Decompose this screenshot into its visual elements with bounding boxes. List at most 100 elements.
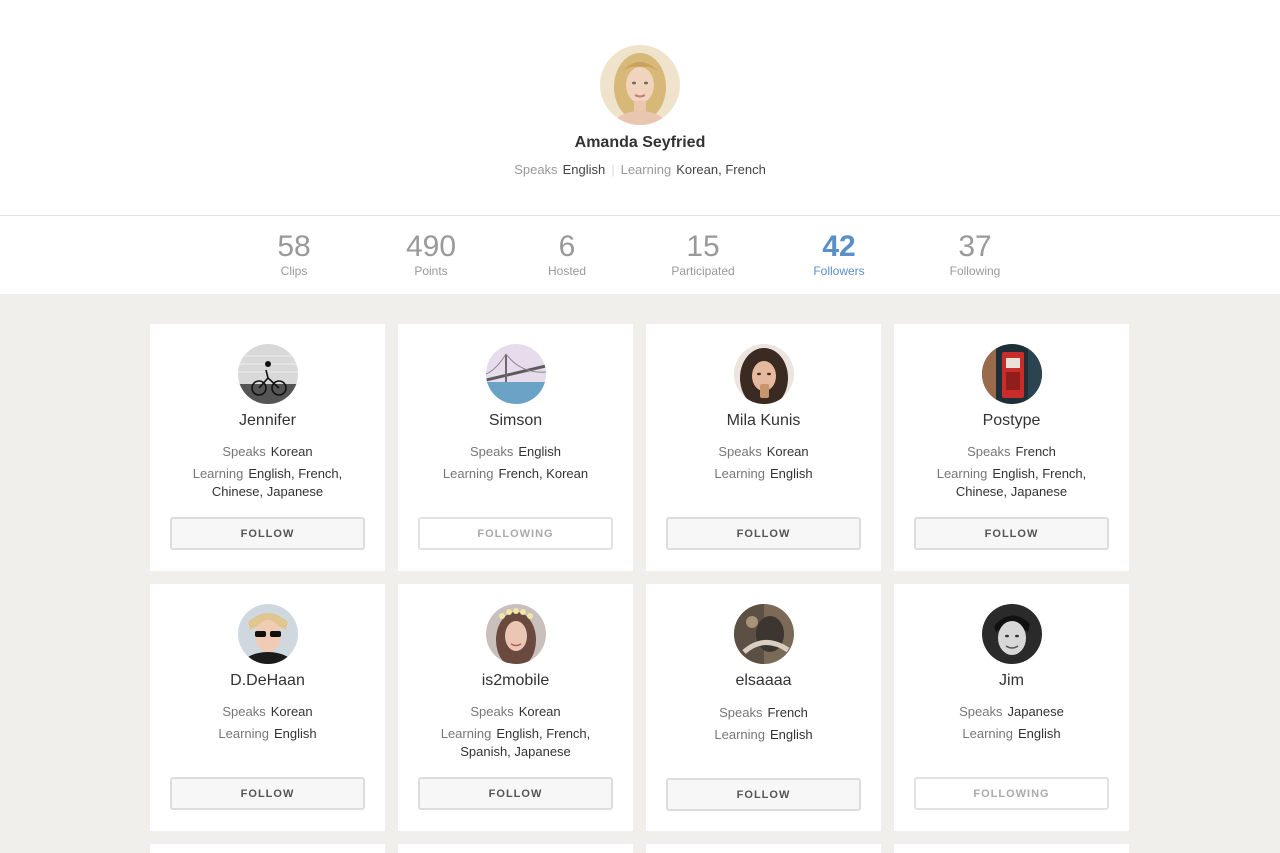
user-learning: Learning French, Korean	[418, 465, 613, 483]
user-learning: Learning English	[170, 725, 365, 743]
user-speaks: Speaks Korean	[170, 443, 365, 461]
speaks-label: Speaks	[222, 704, 266, 719]
stat-label: Following	[949, 264, 1001, 278]
following-button[interactable]: FOLLOWING	[914, 777, 1109, 810]
learning-label: Learning	[936, 466, 988, 481]
stat-label: Hosted	[547, 264, 587, 278]
user-speaks: Speaks Korean	[170, 703, 365, 721]
user-name: Jim	[999, 672, 1024, 689]
stat-label: Clips	[280, 264, 308, 278]
profile-languages: Speaks English | Learning Korean, French	[0, 162, 1280, 177]
user-card: Simson Speaks English Learning French, Kor…	[398, 324, 633, 571]
stat-value: 490	[405, 230, 457, 263]
follow-button[interactable]: FOLLOW	[666, 778, 861, 811]
user-name: Postype	[982, 412, 1041, 429]
stat-following[interactable]: 37 Following	[915, 230, 1035, 278]
speaks-value: French	[1015, 444, 1056, 459]
speaks-label: Speaks	[967, 444, 1011, 459]
learning-label: Learning	[442, 466, 494, 481]
speaks-label: Speaks	[959, 704, 1003, 719]
user-name: Simson	[488, 412, 543, 429]
user-speaks: Speaks Japanese	[914, 703, 1109, 721]
separator: |	[611, 162, 615, 177]
follow-button[interactable]: FOLLOW	[170, 517, 365, 550]
learning-value: English	[273, 726, 317, 741]
profile-name: Amanda Seyfried	[574, 134, 706, 151]
follow-button[interactable]: FOLLOW	[914, 517, 1109, 550]
user-avatar[interactable]	[982, 344, 1042, 404]
stat-points[interactable]: 490 Points	[371, 230, 491, 278]
stat-value: 58	[277, 230, 311, 263]
learning-value: English	[1017, 726, 1061, 741]
learning-label: Learning	[218, 726, 269, 741]
speaks-label: Speaks	[718, 444, 762, 459]
user-card: elsaaaa Speaks French Learning English FOL…	[646, 584, 881, 831]
stat-clips[interactable]: 58 Clips	[234, 230, 354, 278]
stat-participated[interactable]: 15 Participated	[643, 230, 763, 278]
user-avatar[interactable]	[238, 344, 298, 404]
user-speaks: Speaks French	[666, 704, 861, 722]
user-speaks: Speaks Korean	[418, 703, 613, 721]
user-card: Jim Speaks Japanese Learning English FOLLO…	[894, 584, 1129, 831]
stats-bar: 58 Clips 490 Points 6 Hosted 15 Particip…	[0, 215, 1280, 294]
stat-label: Participated	[671, 264, 735, 278]
user-learning: Learning English, French,	[914, 465, 1109, 483]
speaks-label: Speaks	[719, 705, 763, 720]
stat-label: Points	[414, 264, 448, 278]
user-avatar[interactable]	[486, 604, 546, 664]
following-button[interactable]: FOLLOWING	[418, 517, 613, 550]
speaks-label: Speaks	[514, 162, 558, 177]
user-speaks: Speaks English	[418, 443, 613, 461]
learning-value-cont: Chinese, Japanese	[211, 484, 324, 499]
user-learning-cont: Chinese, Japanese	[170, 483, 365, 501]
stat-label: Followers	[813, 264, 865, 278]
user-avatar[interactable]	[734, 604, 794, 664]
learning-value: English	[769, 466, 813, 481]
learning-value-cont: Chinese, Japanese	[955, 484, 1068, 499]
stat-value: 15	[686, 230, 720, 263]
user-name: D.DeHaan	[230, 672, 305, 689]
user-card: is2mobile Speaks Korean Learning English, …	[398, 584, 633, 831]
speaks-value: Korean	[270, 444, 313, 459]
stat-value: 6	[558, 230, 576, 263]
user-card-partial	[894, 844, 1129, 853]
user-learning: Learning English	[914, 725, 1109, 743]
learning-value-cont: Spanish, Japanese	[460, 744, 571, 759]
learning-label: Learning	[440, 726, 492, 741]
speaks-label: Speaks	[470, 704, 514, 719]
learning-value: English, French,	[496, 726, 591, 741]
learning-label: Learning	[620, 162, 672, 177]
speaks-value: English	[562, 162, 606, 177]
speaks-value: Korean	[518, 704, 561, 719]
follow-button[interactable]: FOLLOW	[170, 777, 365, 810]
profile-avatar[interactable]	[600, 45, 680, 125]
user-name: Mila Kunis	[726, 412, 801, 429]
user-learning-cont: Spanish, Japanese	[418, 743, 613, 761]
speaks-label: Speaks	[222, 444, 266, 459]
user-learning: Learning English	[666, 726, 861, 744]
user-avatar[interactable]	[734, 344, 794, 404]
user-speaks: Speaks Korean	[666, 443, 861, 461]
user-avatar[interactable]	[486, 344, 546, 404]
user-avatar[interactable]	[982, 604, 1042, 664]
user-avatar[interactable]	[238, 604, 298, 664]
learning-label: Learning	[714, 727, 765, 742]
profile-header: Amanda Seyfried Speaks English | Learning Ko…	[0, 0, 1280, 215]
learning-value: English	[769, 727, 813, 742]
user-card: Mila Kunis Speaks Korean Learning English …	[646, 324, 881, 571]
speaks-value: Japanese	[1007, 704, 1064, 719]
learning-label: Learning	[714, 466, 765, 481]
follow-button[interactable]: FOLLOW	[418, 777, 613, 810]
user-card-partial	[646, 844, 881, 853]
learning-label: Learning	[962, 726, 1013, 741]
user-card: D.DeHaan Speaks Korean Learning English FO…	[150, 584, 385, 831]
stat-hosted[interactable]: 6 Hosted	[507, 230, 627, 278]
user-learning: Learning English, French,	[418, 725, 613, 743]
learning-value: French, Korean	[498, 466, 589, 481]
stat-followers[interactable]: 42 Followers	[779, 230, 899, 278]
follow-button[interactable]: FOLLOW	[666, 517, 861, 550]
user-learning: Learning English, French,	[170, 465, 365, 483]
user-card-partial	[398, 844, 633, 853]
user-card-partial	[150, 844, 385, 853]
user-learning: Learning English	[666, 465, 861, 483]
